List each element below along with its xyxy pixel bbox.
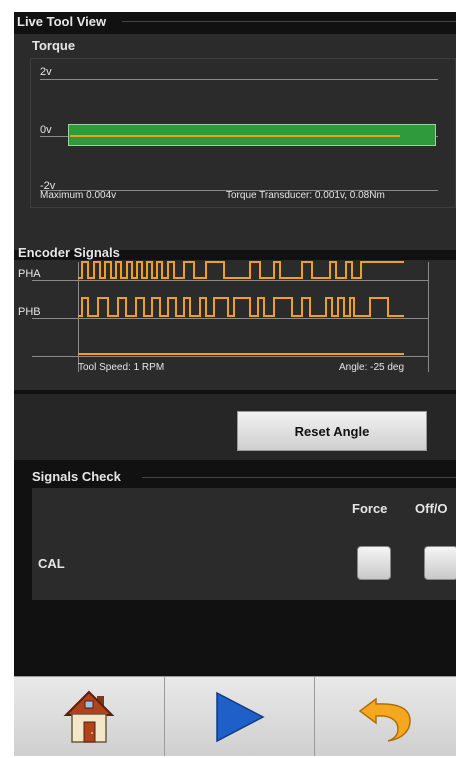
torque-level-line <box>70 135 400 137</box>
bottom-toolbar <box>14 676 456 756</box>
torque-title: Torque <box>32 38 76 53</box>
torque-axis-mid-label: 0v <box>40 124 52 136</box>
live-tool-view-window: Live Tool View Torque 2v 0v -2v Maximum … <box>14 12 456 756</box>
title-divider <box>122 21 456 22</box>
encoder-speed-label: Tool Speed: 1 RPM <box>78 362 165 373</box>
undo-button[interactable] <box>314 677 456 756</box>
signals-check-cal-label: CAL <box>38 556 65 571</box>
encoder-angle-label: Angle: -25 deg <box>339 362 405 373</box>
signals-check-panel <box>32 488 456 600</box>
encoder-left-axis <box>78 262 79 372</box>
torque-transducer-label: Torque Transducer: 0.001v, 0.08Nm <box>226 190 385 201</box>
signals-check-force-header: Force <box>352 501 388 516</box>
encoder-pha-label: PHA <box>18 268 41 280</box>
encoder-gridline-pha <box>32 280 428 281</box>
reset-angle-button[interactable]: Reset Angle <box>237 411 427 451</box>
home-button[interactable] <box>14 677 165 756</box>
encoder-right-axis <box>428 262 429 372</box>
home-icon <box>63 690 115 743</box>
window-title: Live Tool View <box>17 14 107 29</box>
signals-check-title: Signals Check <box>32 469 121 484</box>
signals-check-offon-header: Off/O <box>415 501 448 516</box>
encoder-gridline-3 <box>32 356 428 357</box>
signals-check-divider <box>142 477 456 478</box>
play-button[interactable] <box>164 677 315 756</box>
encoder-phb-label: PHB <box>18 306 41 318</box>
play-icon <box>216 691 265 743</box>
cal-force-checkbox[interactable] <box>357 546 391 580</box>
encoder-gridline-phb <box>32 318 428 319</box>
torque-gridline-top <box>40 79 438 80</box>
encoder-title: Encoder Signals <box>18 245 120 260</box>
torque-maximum-label: Maximum 0.004v <box>40 190 117 201</box>
cal-offon-checkbox[interactable] <box>424 546 456 580</box>
torque-axis-top-label: 2v <box>40 66 52 78</box>
undo-icon <box>358 697 411 742</box>
